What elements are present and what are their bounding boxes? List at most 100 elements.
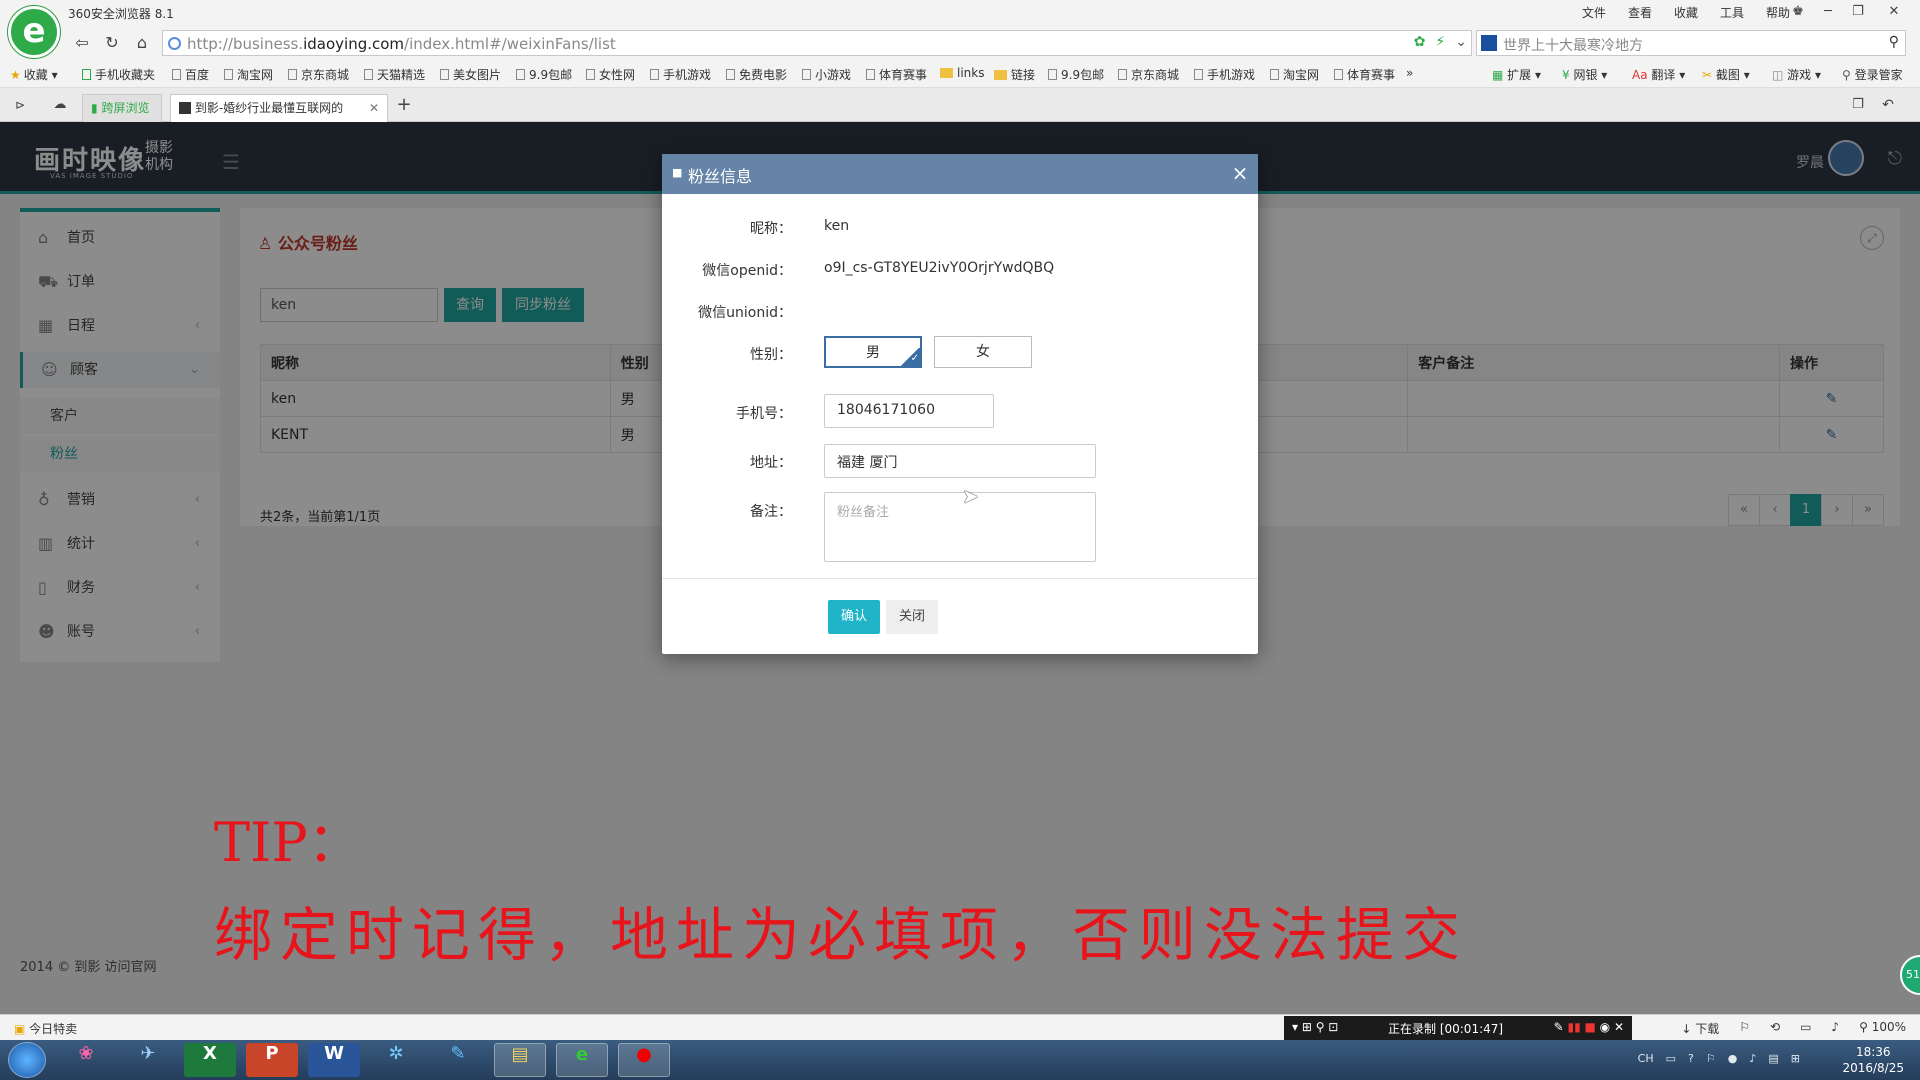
back-icon[interactable]: ⇦	[70, 32, 94, 54]
toolbar-games[interactable]: ◫ 游戏 ▾	[1772, 66, 1821, 83]
tray-icon[interactable]: ⚐	[1706, 1052, 1716, 1065]
bookmark-item[interactable]: 9.9包邮	[1048, 66, 1104, 83]
browser-taskbar-icon[interactable]: e	[556, 1043, 608, 1077]
search-icon[interactable]: ⚲	[1889, 34, 1899, 50]
tray-icon[interactable]: ●	[1728, 1052, 1738, 1065]
phone-field[interactable]: 18046171060	[824, 394, 994, 428]
search-engine-icon[interactable]	[1481, 35, 1497, 51]
bookmark-favorites[interactable]: ★ 收藏 ▾	[10, 66, 58, 83]
address-url[interactable]: http://business.idaoying.com/index.html#…	[187, 35, 616, 53]
excel-icon[interactable]: X	[184, 1043, 236, 1077]
restore-tabs-icon[interactable]: ❐	[1846, 94, 1870, 116]
taskbar-app-icon[interactable]: ✲	[370, 1043, 422, 1077]
recording-controls-icon[interactable]: ✎ ▮▮ ■ ◉ ✕	[1554, 1020, 1624, 1034]
download-link[interactable]: ↓ 下载	[1681, 1020, 1719, 1037]
bookmark-item[interactable]: 京东商城	[288, 66, 349, 83]
cleanup-icon[interactable]: ⟲	[1770, 1020, 1780, 1037]
gender-male-option[interactable]: 男 ✓	[824, 336, 922, 368]
modal-header: ■ 粉丝信息 ×	[662, 154, 1258, 194]
window-icon[interactable]: ▭	[1800, 1020, 1811, 1037]
refresh-icon[interactable]: ↻	[100, 32, 124, 54]
help-icon[interactable]: ?	[1688, 1052, 1694, 1065]
tab-cross-screen[interactable]: ▮ 跨屏浏览	[82, 94, 162, 122]
recording-tools-icon[interactable]: ▾ ⊞ ⚲ ⊡	[1292, 1020, 1338, 1034]
address-field[interactable]: 福建 厦门	[824, 444, 1096, 478]
toolbar-translate[interactable]: Aa 翻译 ▾	[1632, 66, 1685, 83]
window-close-icon[interactable]: ✕	[1874, 2, 1914, 22]
bookmark-item[interactable]: 手机游戏	[650, 66, 711, 83]
tray-icon[interactable]: ▭	[1666, 1052, 1676, 1065]
key-icon: ⚲	[1842, 68, 1851, 82]
taskbar-app-icon[interactable]: ✎	[432, 1043, 484, 1077]
tip-title: TIP：	[214, 811, 362, 874]
bookmark-item[interactable]: 免费电影	[726, 66, 787, 83]
new-tab-icon[interactable]: +	[392, 94, 416, 116]
recorder-icon[interactable]: ●	[618, 1043, 670, 1077]
menu-view[interactable]: 查看	[1628, 4, 1652, 21]
bookmark-item[interactable]: 京东商城	[1118, 66, 1179, 83]
lightning-icon[interactable]: ⚡	[1435, 34, 1445, 50]
minimize-icon[interactable]: ─	[1814, 2, 1842, 22]
sidebar-toggle-icon[interactable]: ⊳	[8, 94, 32, 116]
volume-icon[interactable]: ♪	[1831, 1020, 1839, 1037]
recording-bar: ▾ ⊞ ⚲ ⊡ 正在录制 [00:01:47] ✎ ▮▮ ■ ◉ ✕	[1284, 1016, 1632, 1040]
bookmark-item[interactable]: 9.9包邮	[516, 66, 572, 83]
gender-female-option[interactable]: 女	[934, 336, 1032, 368]
bookmark-item[interactable]: 体育赛事	[866, 66, 927, 83]
tab-close-icon[interactable]: ✕	[369, 95, 379, 121]
clock[interactable]: 18:36 2016/8/25	[1842, 1044, 1904, 1076]
bookmark-item[interactable]: 手机收藏夹	[82, 66, 155, 83]
browser-name: 360安全浏览器 8.1	[68, 7, 174, 21]
word-icon[interactable]: W	[308, 1043, 360, 1077]
tray-icon[interactable]: ▤	[1768, 1052, 1778, 1065]
volume-icon[interactable]: ♪	[1749, 1052, 1756, 1065]
menu-tools[interactable]: 工具	[1720, 4, 1744, 21]
bookmark-item[interactable]: 天猫精选	[364, 66, 425, 83]
toolbar-bank[interactable]: ¥ 网银 ▾	[1562, 66, 1607, 83]
toolbar-screenshot[interactable]: ✂ 截图 ▾	[1702, 66, 1750, 83]
bookmark-item[interactable]: 淘宝网	[1270, 66, 1319, 83]
network-icon[interactable]: ⊞	[1791, 1052, 1800, 1065]
cloud-icon[interactable]: ☁	[48, 94, 72, 116]
undo-close-icon[interactable]: ↶	[1876, 94, 1900, 116]
flag-icon[interactable]: ⚐	[1739, 1020, 1750, 1037]
file-explorer-icon[interactable]: ▤	[494, 1043, 546, 1077]
close-icon[interactable]: ×	[1230, 161, 1250, 185]
bookmark-folder[interactable]: links	[940, 66, 984, 80]
maximize-icon[interactable]: ❐	[1844, 2, 1872, 22]
home-nav-icon[interactable]: ⌂	[130, 32, 154, 54]
bookmark-item[interactable]: 体育赛事	[1334, 66, 1395, 83]
bookmark-item[interactable]: 手机游戏	[1194, 66, 1255, 83]
address-label: 地址：	[750, 455, 792, 471]
start-button[interactable]	[8, 1042, 46, 1078]
gift-icon: ▣	[14, 1022, 26, 1036]
zoom-level[interactable]: ⚲ 100%	[1859, 1020, 1906, 1037]
menu-favorites[interactable]: 收藏	[1674, 4, 1698, 21]
taskbar-app-icon[interactable]: ❀	[60, 1043, 112, 1077]
toolbar-login-manager[interactable]: ⚲ 登录管家	[1842, 66, 1903, 83]
powerpoint-icon[interactable]: P	[246, 1043, 298, 1077]
bookmark-item[interactable]: 淘宝网	[224, 66, 273, 83]
confirm-button[interactable]: 确认	[828, 600, 880, 634]
address-bar[interactable]: http://business.idaoying.com/index.html#…	[162, 30, 1472, 56]
language-indicator[interactable]: CH	[1638, 1052, 1654, 1065]
bookmark-item[interactable]: 小游戏	[802, 66, 851, 83]
bookmark-item[interactable]: 美女图片	[440, 66, 501, 83]
close-button[interactable]: 关闭	[886, 600, 938, 634]
bookmark-folder[interactable]: 链接	[994, 66, 1035, 83]
search-bar-text[interactable]: 世界上十大最寒冷地方	[1503, 35, 1643, 55]
toolbar-extensions[interactable]: ▦ 扩展 ▾	[1492, 66, 1541, 83]
bookmark-item[interactable]: 女性网	[586, 66, 635, 83]
chevron-down-icon[interactable]: ⌄	[1455, 34, 1467, 50]
more-bookmarks-icon[interactable]: »	[1406, 66, 1413, 80]
security-icon[interactable]: ✿	[1414, 34, 1426, 50]
tab-row: ⊳ ☁ ▮ 跨屏浏览 到影-婚纱行业最懂互联网的 ✕ + ❐ ↶	[0, 88, 1920, 122]
search-bar[interactable]: 世界上十大最寒冷地方 ⚲	[1476, 30, 1906, 56]
today-deals-link[interactable]: ▣ 今日特卖	[14, 1020, 77, 1037]
bookmark-item[interactable]: 百度	[172, 66, 209, 83]
menu-file[interactable]: 文件	[1582, 4, 1606, 21]
skin-icon[interactable]: ♚	[1784, 2, 1812, 22]
taskbar-app-icon[interactable]: ✈	[122, 1043, 174, 1077]
remark-textarea[interactable]: 粉丝备注	[824, 492, 1096, 562]
tab-current-page[interactable]: 到影-婚纱行业最懂互联网的 ✕	[170, 94, 388, 122]
